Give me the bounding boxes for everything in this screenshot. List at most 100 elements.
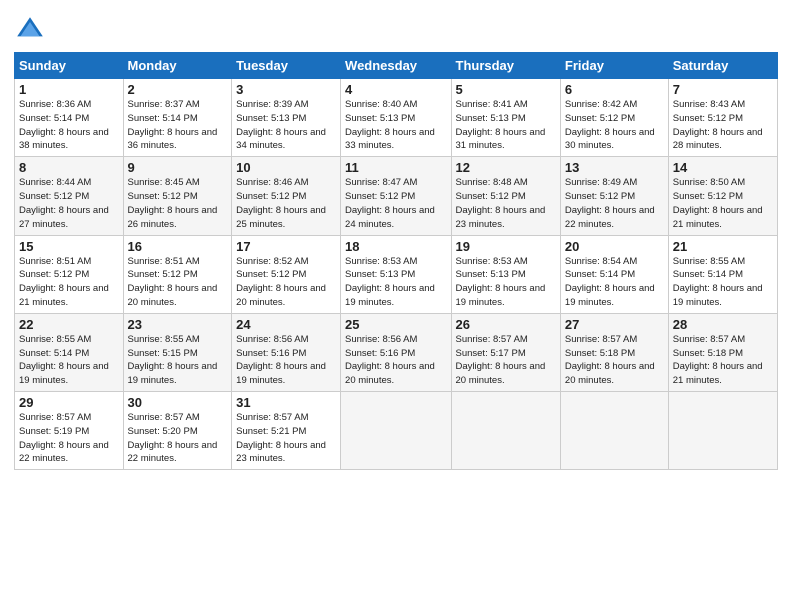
- calendar-cell: [451, 392, 560, 470]
- calendar-cell: [341, 392, 451, 470]
- day-info: Sunrise: 8:57 AMSunset: 5:20 PMDaylight:…: [128, 412, 218, 464]
- calendar-cell: 3 Sunrise: 8:39 AMSunset: 5:13 PMDaylight…: [232, 79, 341, 157]
- day-info: Sunrise: 8:40 AMSunset: 5:13 PMDaylight:…: [345, 99, 435, 151]
- day-info: Sunrise: 8:53 AMSunset: 5:13 PMDaylight:…: [345, 256, 435, 308]
- calendar-cell: 4 Sunrise: 8:40 AMSunset: 5:13 PMDaylight…: [341, 79, 451, 157]
- day-number: 9: [128, 160, 228, 175]
- calendar-cell: 31 Sunrise: 8:57 AMSunset: 5:21 PMDayligh…: [232, 392, 341, 470]
- calendar-cell: 23 Sunrise: 8:55 AMSunset: 5:15 PMDayligh…: [123, 313, 232, 391]
- calendar-cell: 14 Sunrise: 8:50 AMSunset: 5:12 PMDayligh…: [668, 157, 777, 235]
- day-number: 1: [19, 82, 119, 97]
- day-info: Sunrise: 8:49 AMSunset: 5:12 PMDaylight:…: [565, 177, 655, 229]
- day-info: Sunrise: 8:46 AMSunset: 5:12 PMDaylight:…: [236, 177, 326, 229]
- day-info: Sunrise: 8:55 AMSunset: 5:14 PMDaylight:…: [19, 334, 109, 386]
- day-info: Sunrise: 8:55 AMSunset: 5:14 PMDaylight:…: [673, 256, 763, 308]
- day-info: Sunrise: 8:51 AMSunset: 5:12 PMDaylight:…: [19, 256, 109, 308]
- calendar-cell: 27Sunrise: 8:57 AMSunset: 5:18 PMDayligh…: [560, 313, 668, 391]
- day-number: 5: [456, 82, 556, 97]
- day-number: 8: [19, 160, 119, 175]
- weekday-header-saturday: Saturday: [668, 53, 777, 79]
- day-number: 16: [128, 239, 228, 254]
- day-number: 23: [128, 317, 228, 332]
- calendar-cell: 8 Sunrise: 8:44 AMSunset: 5:12 PMDaylight…: [15, 157, 124, 235]
- calendar-cell: 11 Sunrise: 8:47 AMSunset: 5:12 PMDayligh…: [341, 157, 451, 235]
- calendar-cell: 6 Sunrise: 8:42 AMSunset: 5:12 PMDaylight…: [560, 79, 668, 157]
- weekday-header-row: SundayMondayTuesdayWednesdayThursdayFrid…: [15, 53, 778, 79]
- day-number: 15: [19, 239, 119, 254]
- day-number: 20: [565, 239, 664, 254]
- day-number: 30: [128, 395, 228, 410]
- calendar-week-row: 15 Sunrise: 8:51 AMSunset: 5:12 PMDayligh…: [15, 235, 778, 313]
- day-info: Sunrise: 8:51 AMSunset: 5:12 PMDaylight:…: [128, 256, 218, 308]
- day-info: Sunrise: 8:53 AMSunset: 5:13 PMDaylight:…: [456, 256, 546, 308]
- page-header: [14, 10, 778, 46]
- calendar-cell: 17 Sunrise: 8:52 AMSunset: 5:12 PMDayligh…: [232, 235, 341, 313]
- calendar-cell: 20Sunrise: 8:54 AMSunset: 5:14 PMDayligh…: [560, 235, 668, 313]
- day-number: 26: [456, 317, 556, 332]
- calendar-cell: 10Sunrise: 8:46 AMSunset: 5:12 PMDayligh…: [232, 157, 341, 235]
- calendar-cell: [668, 392, 777, 470]
- calendar-cell: 24 Sunrise: 8:56 AMSunset: 5:16 PMDayligh…: [232, 313, 341, 391]
- day-number: 27: [565, 317, 664, 332]
- day-number: 29: [19, 395, 119, 410]
- day-number: 13: [565, 160, 664, 175]
- day-info: Sunrise: 8:43 AMSunset: 5:12 PMDaylight:…: [673, 99, 763, 151]
- day-number: 24: [236, 317, 336, 332]
- calendar-cell: 12Sunrise: 8:48 AMSunset: 5:12 PMDayligh…: [451, 157, 560, 235]
- calendar-cell: 13 Sunrise: 8:49 AMSunset: 5:12 PMDayligh…: [560, 157, 668, 235]
- calendar-cell: 28 Sunrise: 8:57 AMSunset: 5:18 PMDayligh…: [668, 313, 777, 391]
- day-info: Sunrise: 8:56 AMSunset: 5:16 PMDaylight:…: [345, 334, 435, 386]
- day-info: Sunrise: 8:45 AMSunset: 5:12 PMDaylight:…: [128, 177, 218, 229]
- day-info: Sunrise: 8:50 AMSunset: 5:12 PMDaylight:…: [673, 177, 763, 229]
- day-info: Sunrise: 8:47 AMSunset: 5:12 PMDaylight:…: [345, 177, 435, 229]
- day-number: 25: [345, 317, 446, 332]
- calendar-cell: 16 Sunrise: 8:51 AMSunset: 5:12 PMDayligh…: [123, 235, 232, 313]
- day-info: Sunrise: 8:55 AMSunset: 5:15 PMDaylight:…: [128, 334, 218, 386]
- calendar-table: SundayMondayTuesdayWednesdayThursdayFrid…: [14, 52, 778, 470]
- calendar-cell: 19 Sunrise: 8:53 AMSunset: 5:13 PMDayligh…: [451, 235, 560, 313]
- day-info: Sunrise: 8:57 AMSunset: 5:18 PMDaylight:…: [673, 334, 763, 386]
- logo-icon: [14, 14, 46, 46]
- weekday-header-tuesday: Tuesday: [232, 53, 341, 79]
- day-info: Sunrise: 8:36 AMSunset: 5:14 PMDaylight:…: [19, 99, 109, 151]
- calendar-week-row: 22Sunrise: 8:55 AMSunset: 5:14 PMDayligh…: [15, 313, 778, 391]
- weekday-header-wednesday: Wednesday: [341, 53, 451, 79]
- calendar-week-row: 29Sunrise: 8:57 AMSunset: 5:19 PMDayligh…: [15, 392, 778, 470]
- calendar-cell: 1 Sunrise: 8:36 AMSunset: 5:14 PMDaylight…: [15, 79, 124, 157]
- weekday-header-thursday: Thursday: [451, 53, 560, 79]
- day-info: Sunrise: 8:57 AMSunset: 5:17 PMDaylight:…: [456, 334, 546, 386]
- day-number: 21: [673, 239, 773, 254]
- day-number: 19: [456, 239, 556, 254]
- calendar-cell: 25 Sunrise: 8:56 AMSunset: 5:16 PMDayligh…: [341, 313, 451, 391]
- day-info: Sunrise: 8:57 AMSunset: 5:21 PMDaylight:…: [236, 412, 326, 464]
- day-info: Sunrise: 8:39 AMSunset: 5:13 PMDaylight:…: [236, 99, 326, 151]
- day-info: Sunrise: 8:37 AMSunset: 5:14 PMDaylight:…: [128, 99, 218, 151]
- calendar-week-row: 8 Sunrise: 8:44 AMSunset: 5:12 PMDaylight…: [15, 157, 778, 235]
- calendar-cell: 18 Sunrise: 8:53 AMSunset: 5:13 PMDayligh…: [341, 235, 451, 313]
- calendar-cell: 26 Sunrise: 8:57 AMSunset: 5:17 PMDayligh…: [451, 313, 560, 391]
- calendar-cell: 15 Sunrise: 8:51 AMSunset: 5:12 PMDayligh…: [15, 235, 124, 313]
- logo: [14, 14, 50, 46]
- calendar-cell: 9 Sunrise: 8:45 AMSunset: 5:12 PMDaylight…: [123, 157, 232, 235]
- calendar-cell: 2 Sunrise: 8:37 AMSunset: 5:14 PMDaylight…: [123, 79, 232, 157]
- day-number: 6: [565, 82, 664, 97]
- day-number: 17: [236, 239, 336, 254]
- day-number: 14: [673, 160, 773, 175]
- weekday-header-monday: Monday: [123, 53, 232, 79]
- day-number: 12: [456, 160, 556, 175]
- day-info: Sunrise: 8:44 AMSunset: 5:12 PMDaylight:…: [19, 177, 109, 229]
- day-number: 31: [236, 395, 336, 410]
- day-number: 4: [345, 82, 446, 97]
- day-number: 11: [345, 160, 446, 175]
- day-info: Sunrise: 8:42 AMSunset: 5:12 PMDaylight:…: [565, 99, 655, 151]
- day-number: 18: [345, 239, 446, 254]
- calendar-cell: 21 Sunrise: 8:55 AMSunset: 5:14 PMDayligh…: [668, 235, 777, 313]
- day-info: Sunrise: 8:52 AMSunset: 5:12 PMDaylight:…: [236, 256, 326, 308]
- day-number: 3: [236, 82, 336, 97]
- day-info: Sunrise: 8:56 AMSunset: 5:16 PMDaylight:…: [236, 334, 326, 386]
- weekday-header-sunday: Sunday: [15, 53, 124, 79]
- day-number: 28: [673, 317, 773, 332]
- day-number: 2: [128, 82, 228, 97]
- calendar-cell: 5Sunrise: 8:41 AMSunset: 5:13 PMDaylight…: [451, 79, 560, 157]
- calendar-cell: [560, 392, 668, 470]
